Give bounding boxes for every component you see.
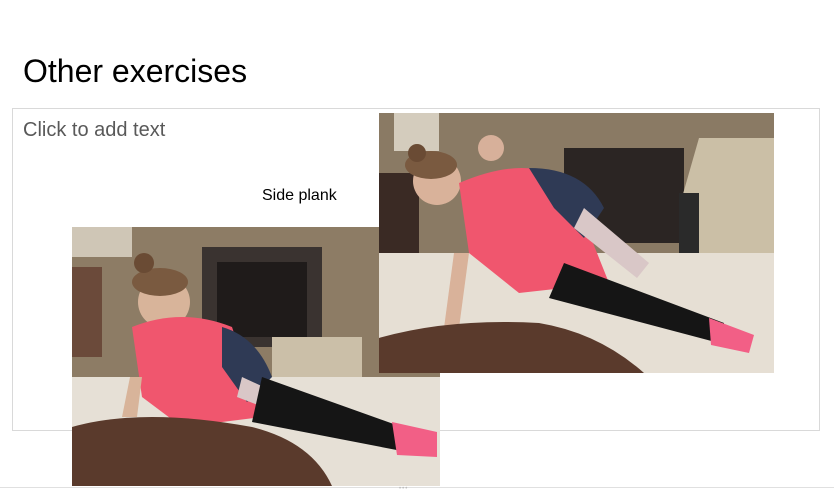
slide-title[interactable]: Other exercises	[23, 51, 247, 91]
body-placeholder[interactable]: Click to add text	[23, 119, 165, 142]
photo-image	[379, 113, 774, 373]
side-plank-caption[interactable]: Side plank	[262, 187, 337, 205]
resize-handle-dots[interactable]: •••	[399, 486, 419, 492]
exercise-photo-side-plank[interactable]	[379, 113, 774, 373]
